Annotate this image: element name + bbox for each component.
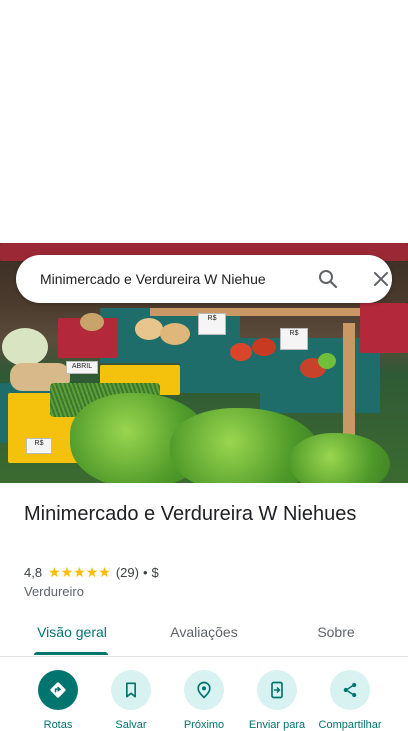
share-button[interactable]: Compartilhar — [312, 668, 388, 731]
save-button[interactable]: Salvar — [93, 668, 169, 731]
directions-button[interactable]: Rotas — [20, 668, 96, 731]
wood-beam — [150, 308, 360, 316]
action-buttons: Rotas Salvar Próximo Enviar para Compart… — [0, 668, 408, 731]
crate-red-2 — [360, 303, 408, 353]
close-icon[interactable] — [369, 267, 393, 291]
tab-about[interactable]: Sobre — [300, 614, 372, 654]
bookmark-icon — [111, 670, 151, 710]
blank-top-area — [0, 0, 408, 243]
potatoes — [80, 313, 104, 331]
price-sign: R$ — [26, 438, 52, 454]
place-title: Minimercado e Verdureira W Niehues — [24, 503, 357, 525]
onions-1 — [135, 318, 163, 340]
star-rating-icon: ★★★★★ — [48, 563, 111, 580]
wood-post — [343, 323, 355, 443]
active-tab-indicator — [34, 652, 108, 655]
tomatoes-1 — [230, 343, 252, 361]
nearby-label: Próximo — [183, 719, 225, 731]
search-bar[interactable]: Minimercado e Verdureira W Niehue — [16, 255, 392, 303]
tab-overview[interactable]: Visão geral — [24, 614, 120, 654]
send-to-phone-label: Enviar para — [248, 719, 306, 731]
price-sign: ABRIL — [66, 361, 98, 374]
price-level: $ — [151, 564, 159, 580]
tab-reviews[interactable]: Avaliações — [160, 614, 248, 654]
nearby-button[interactable]: Próximo — [166, 668, 242, 731]
tomatoes-2 — [252, 338, 276, 356]
search-query-text[interactable]: Minimercado e Verdureira W Niehue — [40, 255, 292, 303]
share-label: Compartilhar — [318, 719, 382, 731]
price-sign: R$ — [198, 313, 226, 335]
rating-row[interactable]: 4,8 ★★★★★ (29) • $ — [24, 563, 159, 581]
review-count[interactable]: (29) — [116, 565, 139, 580]
share-icon — [330, 670, 370, 710]
separator-dot: • — [142, 564, 148, 580]
directions-label: Rotas — [43, 719, 73, 731]
tab-bar: Visão geral Avaliações Sobre — [0, 614, 408, 657]
place-category[interactable]: Verdureiro — [24, 584, 84, 599]
save-label: Salvar — [115, 719, 147, 731]
search-icon[interactable] — [316, 267, 340, 291]
send-to-phone-button[interactable]: Enviar para — [239, 668, 315, 731]
onions-2 — [160, 323, 190, 345]
directions-icon — [38, 670, 78, 710]
send-to-phone-icon — [257, 670, 297, 710]
price-sign: R$ — [280, 328, 308, 350]
lettuce-3 — [290, 433, 390, 483]
rating-value: 4,8 — [24, 564, 43, 580]
nearby-icon — [184, 670, 224, 710]
green-tomato — [318, 353, 336, 369]
cauliflower — [2, 328, 48, 366]
